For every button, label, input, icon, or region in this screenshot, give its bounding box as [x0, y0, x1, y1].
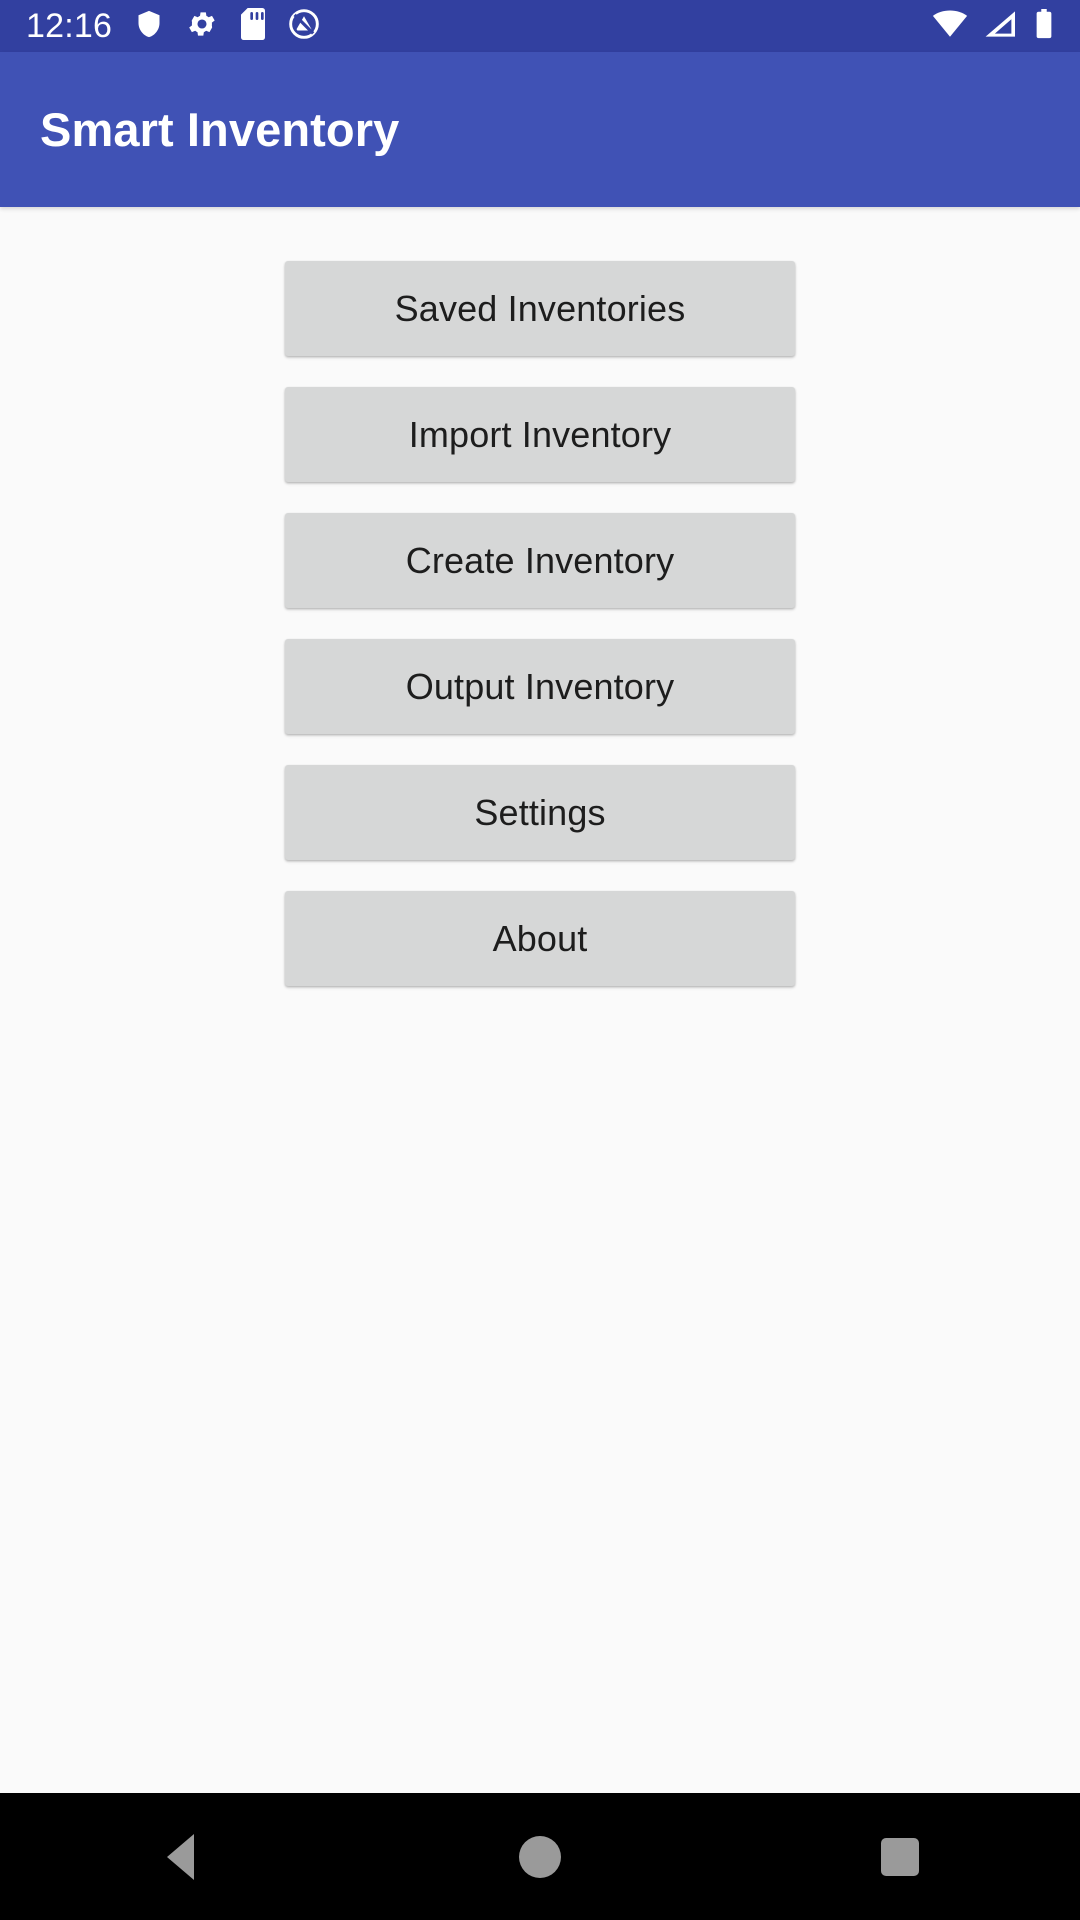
status-left-icons [134, 7, 320, 45]
no-sound-icon [288, 8, 320, 45]
phone-screen: 12:16 Smart Inventory Saved Inventories … [0, 0, 1080, 1920]
page-title: Smart Inventory [40, 102, 400, 156]
about-button[interactable]: About [285, 891, 795, 986]
back-button[interactable] [100, 1793, 260, 1920]
gear-icon [186, 8, 218, 45]
sd-card-icon [240, 7, 266, 45]
recents-button[interactable] [820, 1793, 980, 1920]
settings-button[interactable]: Settings [285, 765, 795, 860]
cellular-signal-icon [984, 10, 1018, 43]
saved-inventories-button[interactable]: Saved Inventories [285, 261, 795, 356]
import-inventory-button[interactable]: Import Inventory [285, 387, 795, 482]
battery-icon [1034, 8, 1054, 44]
status-bar: 12:16 [0, 0, 1080, 52]
main-menu: Saved Inventories Import Inventory Creat… [285, 261, 795, 986]
recents-icon [881, 1837, 919, 1876]
home-button[interactable] [460, 1793, 620, 1920]
output-inventory-button[interactable]: Output Inventory [285, 639, 795, 734]
create-inventory-button[interactable]: Create Inventory [285, 513, 795, 608]
main-content: Saved Inventories Import Inventory Creat… [0, 207, 1080, 1793]
status-right-icons [932, 8, 1054, 44]
wifi-icon [932, 10, 968, 43]
status-clock: 12:16 [26, 7, 113, 45]
shield-icon [134, 8, 164, 45]
android-navigation-bar [0, 1793, 1080, 1920]
app-bar: Smart Inventory [0, 52, 1080, 207]
home-icon [519, 1835, 561, 1878]
back-icon [166, 1833, 194, 1880]
